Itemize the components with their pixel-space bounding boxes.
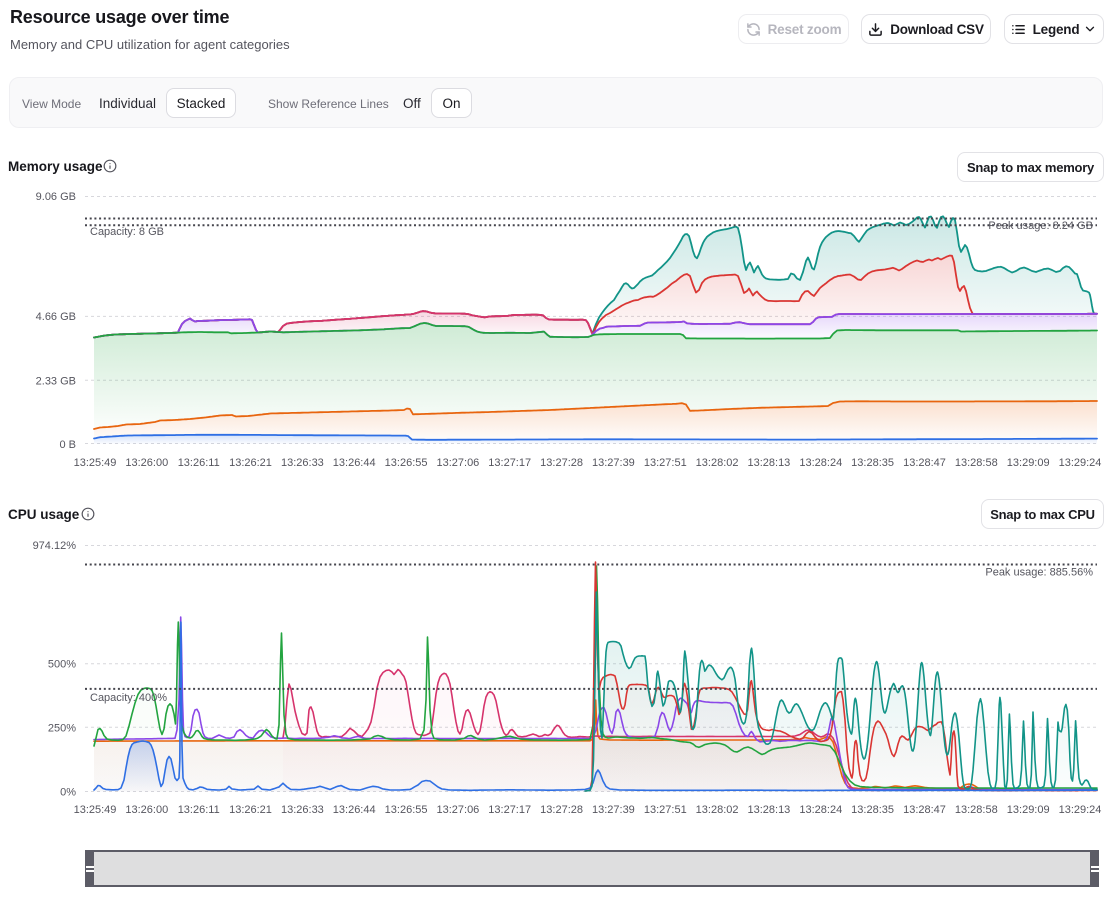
- svg-text:Capacity: 8 GB: Capacity: 8 GB: [90, 226, 164, 238]
- svg-text:13:27:39: 13:27:39: [592, 804, 635, 816]
- svg-text:9.06 GB: 9.06 GB: [36, 191, 76, 203]
- svg-text:13:27:17: 13:27:17: [488, 804, 531, 816]
- svg-text:13:26:44: 13:26:44: [333, 804, 376, 816]
- svg-text:13:28:13: 13:28:13: [747, 804, 790, 816]
- svg-text:13:27:06: 13:27:06: [436, 457, 479, 469]
- svg-text:13:28:02: 13:28:02: [696, 804, 739, 816]
- svg-text:13:26:33: 13:26:33: [281, 457, 324, 469]
- svg-text:13:25:49: 13:25:49: [74, 804, 117, 816]
- svg-text:13:25:49: 13:25:49: [74, 457, 117, 469]
- svg-text:Peak usage: 885.56%: Peak usage: 885.56%: [985, 567, 1093, 579]
- svg-text:13:27:17: 13:27:17: [488, 457, 531, 469]
- svg-text:13:29:09: 13:29:09: [1007, 457, 1050, 469]
- svg-text:13:29:09: 13:29:09: [1007, 804, 1050, 816]
- svg-text:13:28:58: 13:28:58: [955, 457, 998, 469]
- svg-text:13:29:24: 13:29:24: [1059, 804, 1102, 816]
- svg-text:13:26:21: 13:26:21: [229, 804, 272, 816]
- svg-text:13:26:21: 13:26:21: [229, 457, 272, 469]
- svg-text:4.66 GB: 4.66 GB: [36, 311, 76, 323]
- svg-text:13:26:55: 13:26:55: [385, 804, 428, 816]
- svg-text:13:27:06: 13:27:06: [436, 804, 479, 816]
- svg-text:974.12%: 974.12%: [33, 540, 77, 552]
- svg-text:Peak usage: 8.24 GB: Peak usage: 8.24 GB: [988, 220, 1093, 232]
- svg-text:13:28:35: 13:28:35: [851, 457, 894, 469]
- svg-text:13:26:44: 13:26:44: [333, 457, 376, 469]
- svg-text:0 B: 0 B: [59, 439, 76, 451]
- svg-text:13:28:24: 13:28:24: [799, 457, 842, 469]
- svg-text:13:27:51: 13:27:51: [644, 457, 687, 469]
- svg-text:13:26:55: 13:26:55: [385, 457, 428, 469]
- svg-text:13:27:51: 13:27:51: [644, 804, 687, 816]
- svg-text:13:27:28: 13:27:28: [540, 457, 583, 469]
- svg-text:13:26:11: 13:26:11: [178, 804, 220, 816]
- svg-text:250%: 250%: [48, 723, 76, 735]
- svg-text:13:29:24: 13:29:24: [1059, 457, 1102, 469]
- svg-text:13:28:35: 13:28:35: [851, 804, 894, 816]
- svg-text:13:28:58: 13:28:58: [955, 804, 998, 816]
- svg-text:13:27:28: 13:27:28: [540, 804, 583, 816]
- svg-text:13:26:00: 13:26:00: [125, 804, 168, 816]
- svg-text:2.33 GB: 2.33 GB: [36, 376, 76, 388]
- svg-text:13:26:33: 13:26:33: [281, 804, 324, 816]
- svg-text:0%: 0%: [60, 787, 76, 799]
- svg-text:13:26:11: 13:26:11: [178, 457, 220, 469]
- svg-text:13:28:47: 13:28:47: [903, 457, 946, 469]
- svg-text:13:27:39: 13:27:39: [592, 457, 635, 469]
- svg-text:Capacity: 400%: Capacity: 400%: [90, 692, 167, 704]
- svg-text:13:26:00: 13:26:00: [125, 457, 168, 469]
- svg-text:13:28:24: 13:28:24: [799, 804, 842, 816]
- svg-text:13:28:13: 13:28:13: [747, 457, 790, 469]
- svg-text:13:28:47: 13:28:47: [903, 804, 946, 816]
- svg-text:500%: 500%: [48, 659, 76, 671]
- svg-text:13:28:02: 13:28:02: [696, 457, 739, 469]
